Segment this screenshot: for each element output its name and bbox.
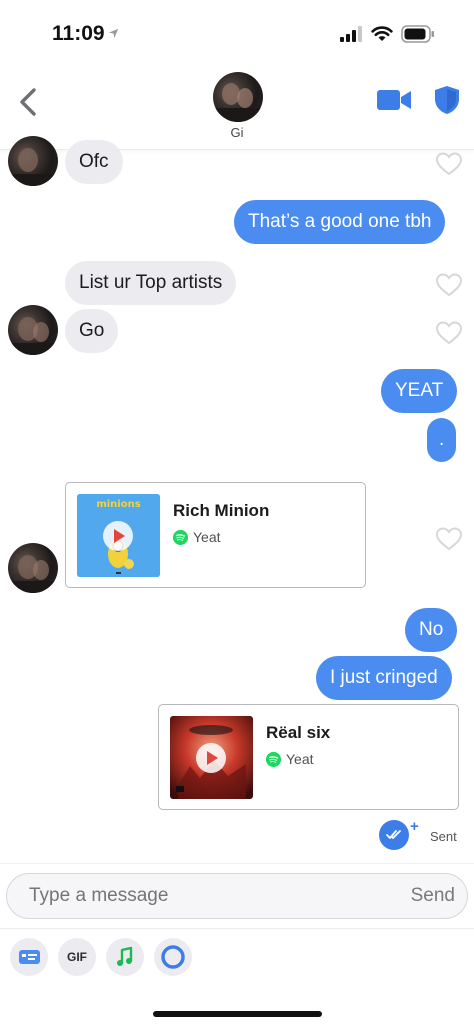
avatar-photo-icon xyxy=(8,148,58,186)
outgoing-message[interactable]: . xyxy=(427,418,457,462)
home-indicator[interactable] xyxy=(153,1011,322,1017)
status-bar: 11:09 xyxy=(0,0,474,62)
track-artist: Yeat xyxy=(286,751,314,767)
cellular-signal-icon xyxy=(340,26,362,42)
location-arrow-icon xyxy=(108,28,119,39)
track-title: Rich Minion xyxy=(173,501,270,520)
vibe-button[interactable] xyxy=(154,938,192,976)
message-composer: Send xyxy=(6,873,468,919)
sender-avatar[interactable] xyxy=(8,543,58,593)
track-title: Rëal six xyxy=(266,723,331,742)
avatar-photo-icon xyxy=(213,83,263,122)
shared-track-card[interactable]: Rëal six Yeat xyxy=(158,704,459,810)
message-input[interactable] xyxy=(29,874,359,918)
contact-avatar[interactable] xyxy=(213,72,263,122)
card-sticker-button[interactable] xyxy=(10,938,48,976)
divider xyxy=(0,928,474,929)
gif-label: GIF xyxy=(67,950,87,964)
battery-icon xyxy=(401,25,434,43)
safety-shield-button[interactable] xyxy=(434,85,460,115)
spotify-icon xyxy=(266,752,281,767)
outgoing-message[interactable]: That’s a good one tbh xyxy=(234,200,446,244)
music-button[interactable] xyxy=(106,938,144,976)
track-artist: Yeat xyxy=(193,529,221,545)
status-time: 11:09 xyxy=(52,22,105,45)
sender-avatar[interactable] xyxy=(8,305,58,355)
play-button[interactable] xyxy=(103,521,133,551)
outgoing-message[interactable]: I just cringed xyxy=(316,656,452,700)
send-button[interactable]: Send xyxy=(411,874,455,918)
video-call-button[interactable] xyxy=(376,87,412,113)
incoming-message[interactable]: List ur Top artists xyxy=(65,261,237,305)
play-icon xyxy=(207,751,218,765)
like-heart-icon[interactable] xyxy=(436,152,462,176)
avatar-photo-icon xyxy=(8,317,58,355)
wifi-icon xyxy=(371,26,393,41)
gif-button[interactable]: GIF xyxy=(58,938,96,976)
like-heart-icon[interactable] xyxy=(436,273,462,297)
sent-receipt-icon xyxy=(379,820,409,850)
album-cover: minions xyxy=(77,494,160,577)
shared-track-card[interactable]: minions Rich Minion Yeat xyxy=(65,482,366,588)
card-icon xyxy=(19,950,40,964)
plus-icon: + xyxy=(410,818,419,835)
circle-ring-icon xyxy=(161,945,185,969)
avatar-photo-icon xyxy=(8,555,58,593)
play-icon xyxy=(114,529,125,543)
sent-status: Sent xyxy=(430,829,457,844)
back-button[interactable] xyxy=(12,82,46,122)
album-cover xyxy=(170,716,253,799)
spotify-icon xyxy=(173,530,188,545)
contact-name[interactable]: Gi xyxy=(0,125,474,140)
incoming-message[interactable]: Go xyxy=(65,309,119,353)
like-heart-icon[interactable] xyxy=(436,527,462,551)
sender-avatar[interactable] xyxy=(8,136,58,186)
divider xyxy=(0,863,474,864)
outgoing-message[interactable]: No xyxy=(405,608,458,652)
play-button[interactable] xyxy=(196,743,226,773)
like-heart-icon[interactable] xyxy=(436,321,462,345)
music-note-icon xyxy=(117,946,133,966)
outgoing-message[interactable]: YEAT xyxy=(381,369,458,413)
cover-title-text: minions xyxy=(96,499,141,510)
chat-header: Gi xyxy=(0,62,474,150)
double-check-icon xyxy=(386,830,401,839)
incoming-message[interactable]: Ofc xyxy=(65,140,123,184)
